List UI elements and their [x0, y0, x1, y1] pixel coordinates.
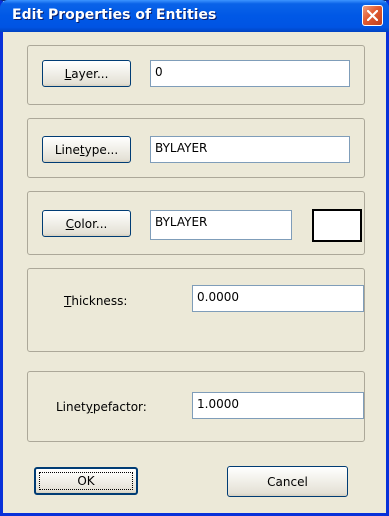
linetypefactor-field[interactable]: 1.0000	[192, 392, 364, 419]
close-button[interactable]	[362, 5, 383, 26]
ok-button[interactable]: OK	[34, 467, 138, 495]
cancel-button-label: Cancel	[267, 474, 308, 489]
linetype-button[interactable]: Linetype...	[42, 136, 131, 163]
thickness-group: Thickness: 0.0000	[27, 268, 365, 352]
dialog-window: Edit Properties of Entities Layer... 0 L…	[0, 0, 389, 516]
title-bar[interactable]: Edit Properties of Entities	[0, 0, 389, 32]
color-field[interactable]: BYLAYER	[150, 210, 292, 240]
thickness-label: Thickness:	[64, 294, 128, 308]
layer-button-label: Layer...	[64, 66, 109, 81]
window-title: Edit Properties of Entities	[12, 7, 217, 23]
linetype-button-label: Linetype...	[54, 142, 119, 157]
focus-rect	[39, 472, 133, 490]
close-icon	[367, 10, 378, 21]
layer-group: Layer... 0	[27, 45, 365, 105]
linetypefactor-label: Linetypefactor:	[56, 400, 147, 414]
color-button-label: Color...	[65, 216, 108, 231]
layer-field[interactable]: 0	[150, 60, 350, 87]
thickness-field[interactable]: 0.0000	[192, 285, 364, 312]
layer-button[interactable]: Layer...	[42, 60, 131, 87]
cancel-button[interactable]: Cancel	[227, 466, 348, 497]
color-swatch[interactable]	[312, 209, 362, 242]
color-group: Color... BYLAYER	[27, 191, 365, 255]
color-button[interactable]: Color...	[42, 210, 131, 237]
linetype-group: Linetype... BYLAYER	[27, 118, 365, 178]
linetypefactor-group: Linetypefactor: 1.0000	[27, 371, 365, 442]
linetype-field[interactable]: BYLAYER	[150, 136, 350, 163]
